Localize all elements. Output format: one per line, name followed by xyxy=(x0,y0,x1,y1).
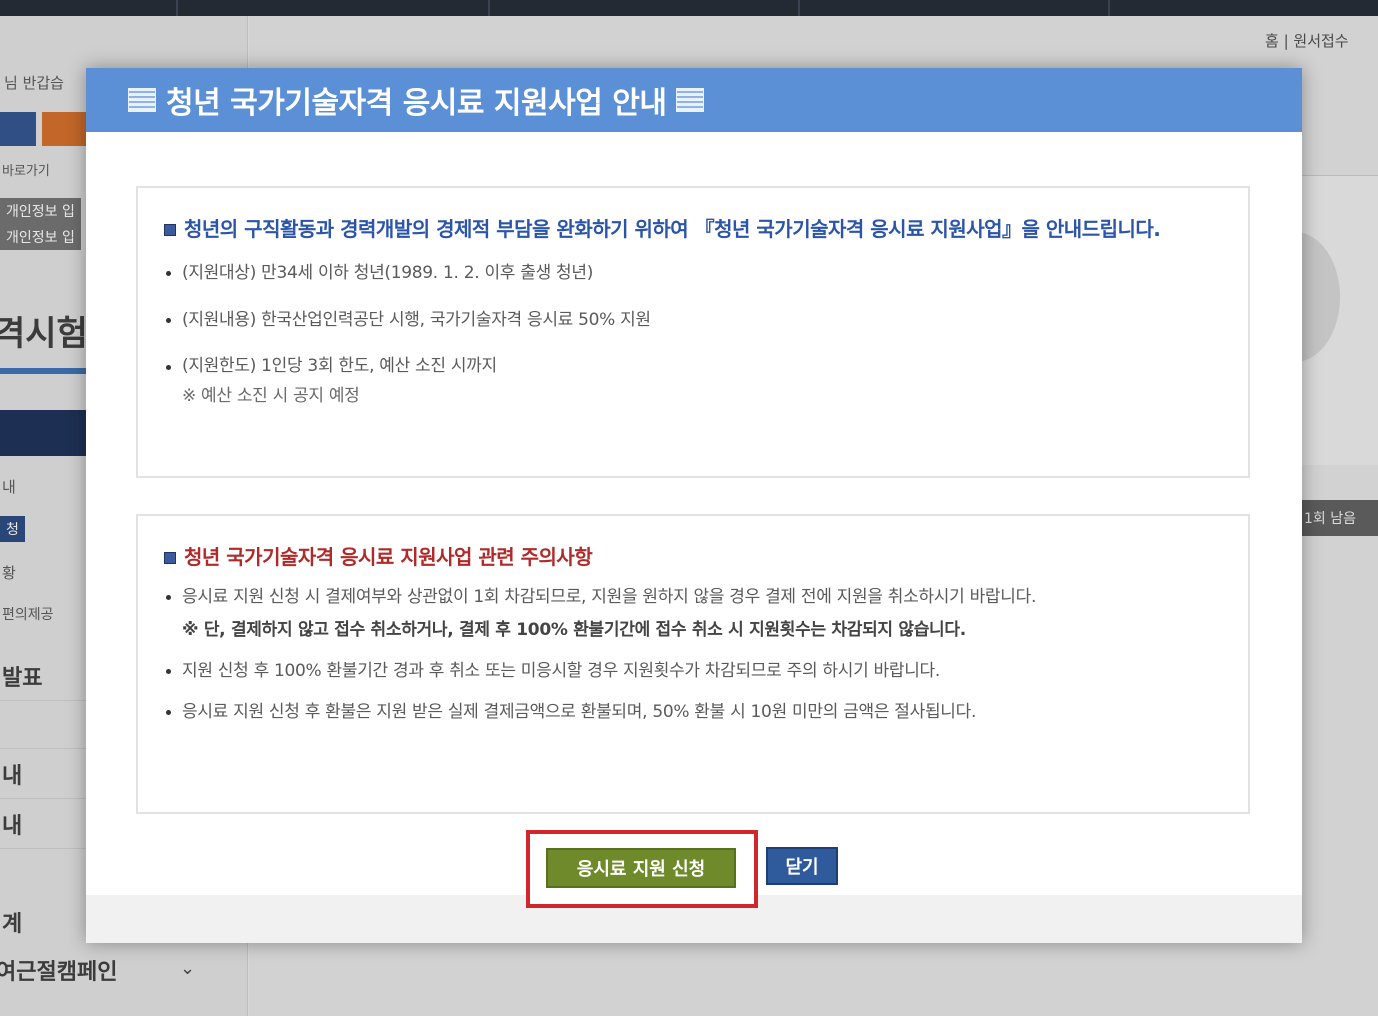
info-title-text: 청년의 구직활동과 경력개발의 경제적 부담을 완화하기 위하여 『청년 국가기… xyxy=(184,217,1161,241)
bg-badge-2: 개인정보 입 xyxy=(0,224,81,250)
bg-section-underline xyxy=(0,368,90,374)
bg-announce: 발표 xyxy=(2,666,43,691)
support-notice-modal: 청년 국가기술자격 응시료 지원사업 안내 청년의 구직활동과 경력개발의 경제… xyxy=(86,68,1302,943)
header-square-icon xyxy=(676,88,705,112)
bg-list-item-3: 계 xyxy=(2,912,23,937)
bg-nav-active xyxy=(0,410,90,456)
top-nav-bar xyxy=(0,0,1378,16)
bg-list-item-2: 내 xyxy=(2,814,23,839)
bg-greeting: 님 반갑습 xyxy=(4,74,64,92)
info-box: 청년의 구직활동과 경력개발의 경제적 부담을 완화하기 위하여 『청년 국가기… xyxy=(136,186,1250,478)
breadcrumb: 홈 | 원서접수 xyxy=(1265,32,1349,50)
bg-nav-item-3: 황 xyxy=(2,564,16,582)
bg-login-button xyxy=(0,112,36,146)
caution-title: 청년 국가기술자격 응시료 지원사업 관련 주의사항 xyxy=(164,544,1218,571)
bg-list-item-1: 내 xyxy=(2,764,23,789)
list-item: (지원한도) 1인당 3회 한도, 예산 소진 시까지 ※ 예산 소진 시 공지… xyxy=(164,351,1218,411)
modal-header: 청년 국가기술자격 응시료 지원사업 안내 xyxy=(86,68,1302,132)
header-square-icon xyxy=(128,88,156,112)
list-item: 지원 신청 후 100% 환불기간 경과 후 취소 또는 미응시할 경우 지원횟… xyxy=(164,655,1218,688)
bg-back-link: 바로가기 xyxy=(2,164,50,179)
chevron-down-icon: ⌄ xyxy=(180,958,196,979)
bullet-square-icon xyxy=(164,224,176,236)
close-button[interactable]: 닫기 xyxy=(766,847,838,885)
apply-support-button[interactable]: 응시료 지원 신청 xyxy=(546,848,736,888)
bg-remaining-bar: 1회 남음 xyxy=(1300,500,1378,536)
caution-box: 청년 국가기술자격 응시료 지원사업 관련 주의사항 응시료 지원 신청 시 결… xyxy=(136,514,1250,814)
modal-title: 청년 국가기술자격 응시료 지원사업 안내 xyxy=(166,86,667,121)
bg-join-button xyxy=(42,112,86,146)
page: 홈 | 원서접수 님 반갑습 바로가기 개인정보 입 개인정보 입 격시험 내 … xyxy=(0,0,1378,1016)
info-list: (지원대상) 만34세 이하 청년(1989. 1. 2. 이후 출생 청년) … xyxy=(164,257,1218,411)
bg-campaign: 여근절캠페인 xyxy=(0,960,118,985)
caution-list: 응시료 지원 신청 시 결제여부와 상관없이 1회 차감되므로, 지원을 원하지… xyxy=(164,581,1218,729)
list-item: 응시료 지원 신청 후 환불은 지원 받은 실제 결제금액으로 환불되며, 50… xyxy=(164,696,1218,729)
bg-badge-1: 개인정보 입 xyxy=(0,198,81,224)
bullet-square-icon xyxy=(164,552,176,564)
bg-nav-item-2: 청 xyxy=(0,516,25,542)
list-item: 응시료 지원 신청 시 결제여부와 상관없이 1회 차감되므로, 지원을 원하지… xyxy=(164,581,1218,647)
list-item: (지원대상) 만34세 이하 청년(1989. 1. 2. 이후 출생 청년) xyxy=(164,257,1218,290)
bg-section-title: 격시험 xyxy=(0,314,88,354)
list-item: (지원내용) 한국산업인력공단 시행, 국가기술자격 응시료 50% 지원 xyxy=(164,304,1218,337)
info-title: 청년의 구직활동과 경력개발의 경제적 부담을 완화하기 위하여 『청년 국가기… xyxy=(164,216,1218,243)
bg-nav-item-1: 내 xyxy=(2,478,16,496)
apply-button-highlight: 응시료 지원 신청 xyxy=(526,830,758,908)
deduction-note: ※ 단, 결제하지 않고 접수 취소하거나, 결제 후 100% 환불기간에 접… xyxy=(182,620,966,640)
caution-title-text: 청년 국가기술자격 응시료 지원사업 관련 주의사항 xyxy=(184,545,593,569)
budget-note: ※ 예산 소진 시 공지 예정 xyxy=(182,386,360,406)
bg-nav-item-4: 편의제공 xyxy=(2,607,54,623)
